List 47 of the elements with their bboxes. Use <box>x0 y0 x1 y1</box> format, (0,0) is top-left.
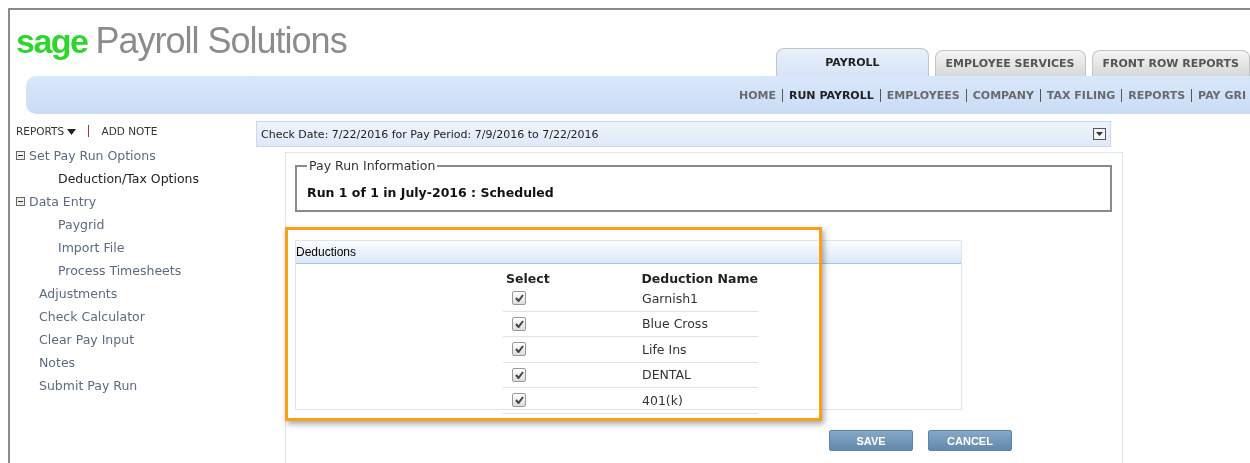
checkbox[interactable] <box>512 291 526 306</box>
deduction-name: Blue Cross <box>642 316 708 332</box>
sidebar-item[interactable]: Deduction/Tax Options <box>16 167 256 190</box>
sidebar-item[interactable]: Submit Pay Run <box>16 374 256 397</box>
nav-link[interactable]: HOME <box>732 88 782 102</box>
sidebar-item[interactable]: Import File <box>16 236 256 259</box>
nav-link[interactable]: COMPANY <box>965 88 1040 102</box>
deduction-name: Life Ins <box>642 341 687 357</box>
reports-menu[interactable]: REPORTS <box>16 125 77 137</box>
logo-brand: sage <box>16 22 88 61</box>
sidebar-item[interactable]: Clear Pay Input <box>16 328 256 351</box>
checkbox[interactable] <box>512 342 526 357</box>
sidebar-item[interactable]: Process Timesheets <box>16 259 256 282</box>
nav-link[interactable]: RUN PAYROLL <box>781 88 880 102</box>
fieldset-legend: Pay Run Information <box>307 158 438 173</box>
collapse-icon[interactable] <box>16 197 25 206</box>
nav-link[interactable]: TAX FILING <box>1039 88 1122 102</box>
collapse-icon[interactable] <box>16 151 25 160</box>
sidebar-item[interactable]: Data Entry <box>16 190 256 213</box>
product-name: Payroll Solutions <box>95 20 347 62</box>
checkbox[interactable] <box>512 316 526 331</box>
check-date-text: Check Date: 7/22/2016 for Pay Period: 7/9/2016 to 7/22/2016 <box>261 127 599 141</box>
sidebar-item[interactable]: Adjustments <box>16 282 256 305</box>
save-button[interactable]: SAVE <box>829 430 913 451</box>
cancel-button[interactable]: CANCEL <box>928 430 1012 451</box>
column-header: Select <box>505 271 551 286</box>
sidebar-item[interactable]: Notes <box>16 351 256 374</box>
nav-link[interactable]: PAY GRI <box>1191 88 1250 102</box>
tab[interactable]: FRONT ROW REPORTS <box>1091 50 1250 76</box>
dropdown-icon[interactable] <box>1093 128 1106 140</box>
checkbox[interactable] <box>512 367 526 382</box>
sidebar-item[interactable]: Set Pay Run Options <box>16 144 256 167</box>
add-note-link[interactable]: ADD NOTE <box>101 125 158 137</box>
checkbox[interactable] <box>512 393 526 408</box>
caret-icon <box>67 129 77 135</box>
sidebar-item[interactable]: Paygrid <box>16 213 256 236</box>
deduction-name: 401(k) <box>642 392 683 408</box>
run-status: Run 1 of 1 in July-2016 : Scheduled <box>307 185 555 200</box>
tab[interactable]: PAYROLL <box>776 48 929 76</box>
sidebar-item[interactable]: Check Calculator <box>16 305 256 328</box>
deduction-name: DENTAL <box>642 367 692 383</box>
column-header: Deduction Name <box>641 271 758 286</box>
panel-title: Deductions <box>296 245 357 259</box>
deduction-name: Garnish1 <box>642 290 699 306</box>
nav-link[interactable]: REPORTS <box>1121 88 1192 102</box>
tab[interactable]: EMPLOYEE SERVICES <box>934 50 1086 76</box>
nav-link[interactable]: EMPLOYEES <box>879 88 966 102</box>
